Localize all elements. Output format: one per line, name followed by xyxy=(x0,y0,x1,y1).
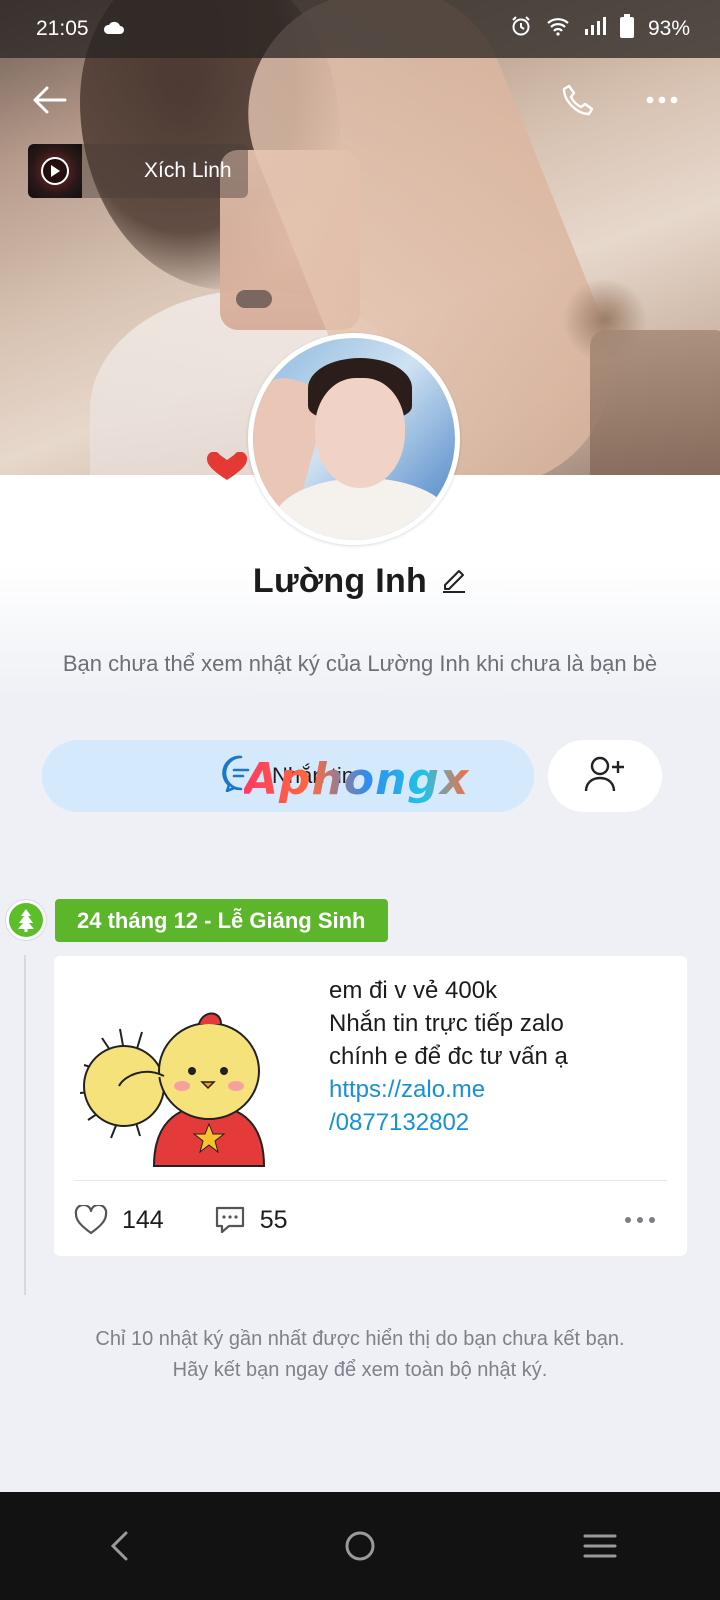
timeline-date-label: 24 tháng 12 - Lễ Giáng Sinh xyxy=(55,899,388,942)
profile-name: Lường Inh xyxy=(252,562,428,600)
post-content: em đi v vẻ 400k Nhắn tin trực tiếp zalo … xyxy=(329,974,669,1139)
battery-percent: 93% xyxy=(647,17,690,40)
comment-count: 55 xyxy=(259,1205,288,1234)
privacy-notice: Bạn chưa thể xem nhật ký của Lường Inh k… xyxy=(62,651,658,676)
status-bar: 21:05 93% xyxy=(0,0,720,58)
phone-icon[interactable] xyxy=(552,74,604,126)
nav-recents-icon[interactable] xyxy=(560,1506,640,1586)
system-nav-bar xyxy=(0,1492,720,1600)
like-button[interactable]: 144 xyxy=(74,1205,164,1235)
music-thumbnail xyxy=(28,144,82,198)
footer-line: Chỉ 10 nhật ký gần nhất được hiển thị do… xyxy=(95,1328,625,1350)
play-icon[interactable] xyxy=(41,157,69,185)
christmas-tree-icon xyxy=(6,900,46,940)
chat-bubble-icon xyxy=(222,754,260,798)
battery-icon xyxy=(619,14,634,44)
avatar[interactable] xyxy=(248,333,460,545)
add-friend-icon xyxy=(584,755,626,798)
profile-music-chip[interactable]: Xích Linh xyxy=(28,144,248,198)
footer-line: Hãy kết bạn ngay để xem toàn bộ nhật ký. xyxy=(172,1359,548,1381)
timeline-line xyxy=(24,955,26,1295)
post-line: em đi v vẻ 400k xyxy=(329,977,498,1004)
alarm-icon xyxy=(510,15,532,43)
heart-icon xyxy=(206,451,248,480)
wifi-icon xyxy=(546,16,570,42)
like-count: 144 xyxy=(122,1205,164,1234)
timeline-post[interactable]: em đi v vẻ 400k Nhắn tin trực tiếp zalo … xyxy=(54,956,687,1256)
cloud-icon xyxy=(103,17,125,41)
message-button[interactable]: Nhắn tin xyxy=(42,740,534,812)
add-friend-button[interactable] xyxy=(548,740,662,812)
post-link-continued[interactable]: /0877132802 xyxy=(329,1106,669,1139)
status-time: 21:05 xyxy=(36,17,89,40)
post-link[interactable]: https://zalo.me xyxy=(329,1073,669,1106)
top-action-bar xyxy=(0,70,720,130)
post-divider xyxy=(74,1180,667,1181)
heart-outline-icon xyxy=(74,1205,108,1235)
signal-icon xyxy=(584,16,606,42)
more-icon[interactable] xyxy=(636,74,688,126)
timeline-footer-note: Chỉ 10 nhật ký gần nhất được hiển thị do… xyxy=(30,1324,690,1386)
post-actions: 144 55 xyxy=(74,1198,667,1242)
message-button-label: Nhắn tin xyxy=(272,763,354,788)
comment-icon xyxy=(215,1206,244,1234)
chick-sticker xyxy=(74,996,274,1176)
back-arrow-icon[interactable] xyxy=(24,74,76,126)
edit-pencil-icon[interactable] xyxy=(441,565,467,598)
music-title: Xích Linh xyxy=(144,159,232,182)
nav-back-icon[interactable] xyxy=(80,1506,160,1586)
post-line: Nhắn tin trực tiếp zalo xyxy=(329,1010,564,1037)
nav-home-icon[interactable] xyxy=(320,1506,400,1586)
profile-name-row: Lường Inh xyxy=(0,562,720,601)
post-line: chính e để đc tư vấn ạ xyxy=(329,1043,568,1070)
comment-button[interactable]: 55 xyxy=(214,1205,288,1235)
post-more-icon[interactable] xyxy=(625,1217,655,1223)
